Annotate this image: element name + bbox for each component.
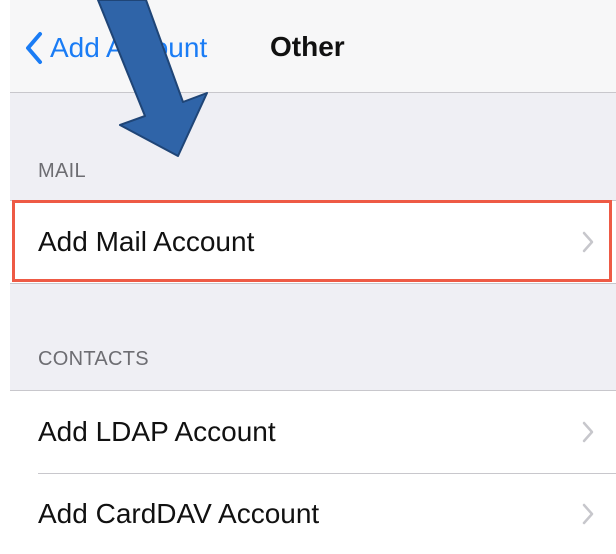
chevron-right-icon xyxy=(582,231,594,253)
section-header-mail: MAIL xyxy=(38,160,86,182)
add-mail-account-row[interactable]: Add Mail Account xyxy=(10,201,616,283)
back-button[interactable]: Add Account xyxy=(24,26,207,70)
chevron-right-icon xyxy=(582,503,594,525)
add-carddav-account-row[interactable]: Add CardDAV Account xyxy=(10,473,616,554)
chevron-left-icon xyxy=(24,28,46,68)
add-carddav-account-label: Add CardDAV Account xyxy=(38,498,320,529)
chevron-right-icon xyxy=(582,421,594,443)
navigation-bar: Add Account Other xyxy=(10,0,616,93)
contacts-group: Add LDAP Account Add CardDAV Account xyxy=(10,390,616,554)
page-title: Other xyxy=(270,31,345,62)
mail-group: Add Mail Account xyxy=(10,200,616,284)
add-ldap-account-row[interactable]: Add LDAP Account xyxy=(10,391,616,473)
settings-screen: Add Account Other MAIL Add Mail Account … xyxy=(10,0,616,554)
back-button-label: Add Account xyxy=(50,32,208,63)
add-ldap-account-label: Add LDAP Account xyxy=(38,416,276,447)
section-header-contacts: CONTACTS xyxy=(38,348,149,370)
add-mail-account-label: Add Mail Account xyxy=(38,226,255,257)
